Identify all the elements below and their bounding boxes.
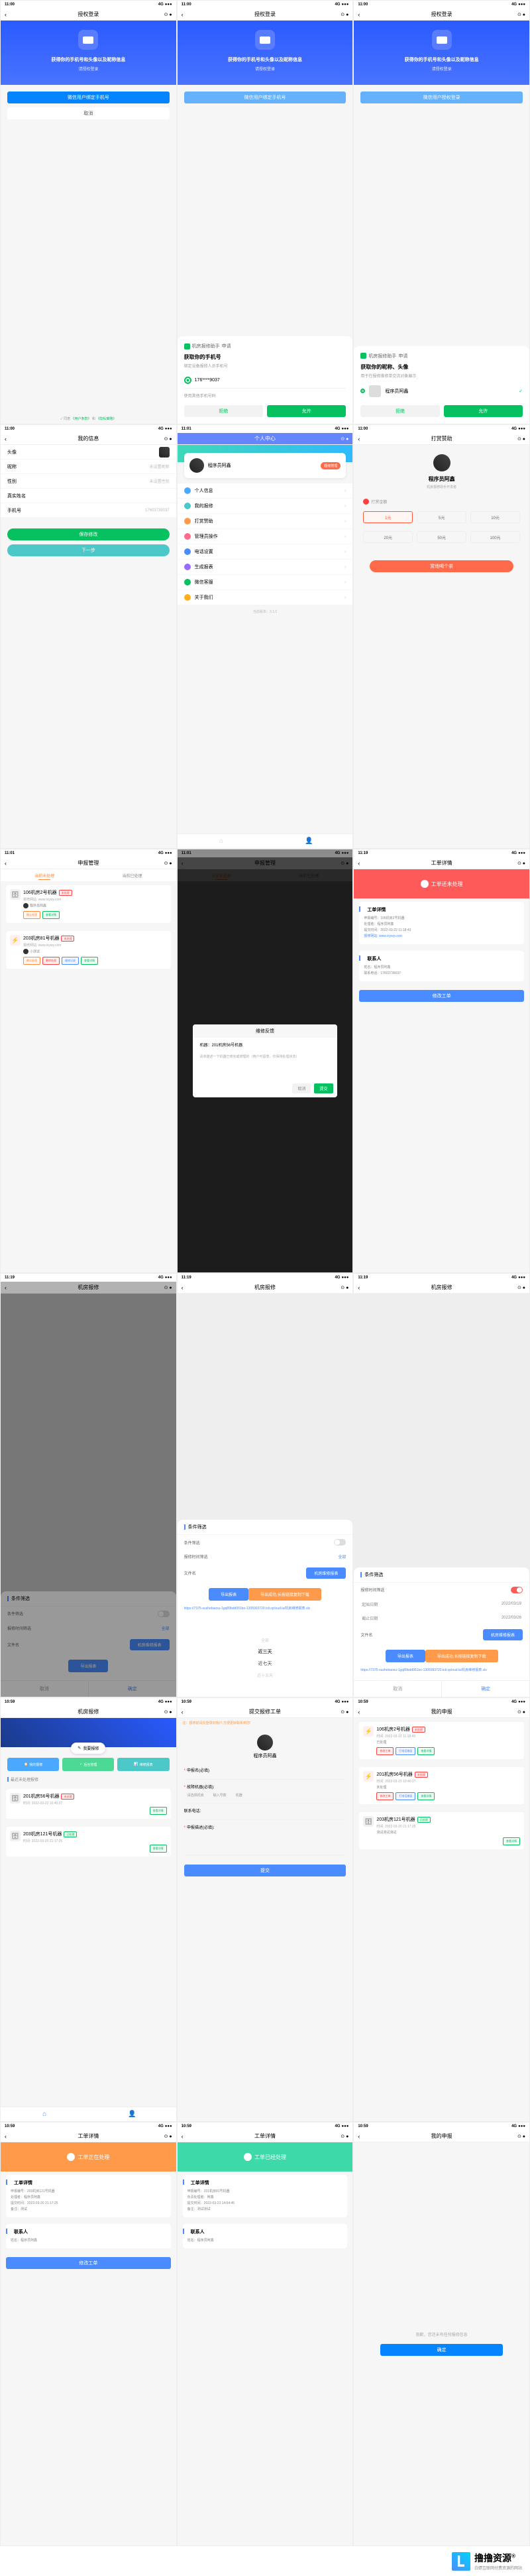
role-badge: 超级管理	[321, 462, 341, 469]
filter-export2: 11:194G●●● ‹机房报修⊙ ● 条件筛选 报修时间筛选 起始日期2022…	[353, 1273, 530, 1697]
overlay: 维修反馈 机器：201机房56号机器 请单描述一下机器已修完或修理的（用户可留意…	[178, 849, 353, 1272]
cancel-button[interactable]: 取消	[292, 1083, 311, 1093]
tab-profile[interactable]: 👤	[265, 834, 352, 848]
menu-item[interactable]: 电话设置	[178, 544, 353, 560]
detail-notstarted: 11:194G●●● ‹工单详情⊙ ● 工单还未处理 工单详情申报编号：106机…	[353, 849, 530, 1273]
amount-option[interactable]: 20元	[363, 531, 413, 543]
phone-popup: 机房报修助手 申请 获取你的手机号绑定设备报修人员手机号 176****9037…	[178, 336, 353, 424]
profile-center: 11:014G●●● 个人中心⊙ ● 程序员阿鑫超级管理 个人信息我的报修打赏赞…	[177, 424, 354, 849]
menu-item[interactable]: 生成报表	[178, 560, 353, 575]
profile-popup: 机房报修助手 申请 获取你的昵称、头像用于在报修维修单交流对象展示 程序员阿鑫✓…	[354, 346, 529, 424]
tab-pending[interactable]: 当前未处理	[1, 869, 88, 881]
menu-item[interactable]: 我的报修	[178, 499, 353, 514]
ticket-card: 🗄106机房2号机器未处理报修网站: www.ixywy.com程序员阿鑫确认处…	[6, 885, 171, 923]
menu-item[interactable]: 关于我们	[178, 590, 353, 605]
bind-phone-button[interactable]: 微信用户绑定手机号	[7, 92, 170, 103]
date-picker[interactable]: 全部近三天近七天近十五天	[178, 1619, 353, 1697]
filter-sheet-dimmed: 条件筛选 条件筛选 报修时间筛选全部 文件名机房维修报表 导出报表 取消确定	[1, 1591, 176, 1697]
avatar	[257, 1735, 273, 1750]
allow-button[interactable]: 允许	[267, 405, 346, 417]
privacy-link[interactable]: 《隐私策略》	[96, 417, 116, 421]
submit-form: 10:594G●●● ‹提交报修工单⊙ ● 注：报修前请先登录好账户,方便更好联…	[177, 1697, 354, 2122]
modify-button[interactable]: 修改工单	[359, 990, 524, 1002]
phone-option[interactable]: 176****9037	[184, 373, 346, 389]
manage-list: 11:014G●●● ‹申报管理⊙ ● 当前未处理当前已处理 🗄106机房2号机…	[0, 849, 177, 1273]
home-screen: 10:594G●●● 机房报修⊙ ● ✎ 我要报修 📋 我的报修✓ 后台管理📊 …	[0, 1697, 177, 2122]
confirm-button[interactable]: 提交	[314, 1083, 333, 1093]
avatar	[433, 454, 450, 471]
download-link[interactable]: https://7375-sushebaoxu-1gq89bdd051bo-13…	[184, 1603, 346, 1613]
server-icon: 🗄	[10, 889, 21, 900]
status-banner: 工单还未处理	[354, 869, 529, 898]
menu-item[interactable]: 管理员操作	[178, 529, 353, 544]
my-tickets: 10:594G●●● ‹我的申报⊙ ● ⚡106机房2号机器未处理时间: 202…	[353, 1697, 530, 2122]
filter-disabled: 11:194G●●● ‹机房报修⊙ ● 条件筛选 条件筛选 报修时间筛选全部 文…	[0, 1273, 177, 1697]
auth-banner: 获得你的手机号和头像以及昵称信息请授权登录	[1, 21, 176, 85]
status-banner: 工单正在处理	[1, 2142, 176, 2172]
hero: ✎ 我要报修	[1, 1718, 176, 1747]
report[interactable]: 📊 维修报表	[117, 1758, 169, 1771]
ok-button[interactable]: 确定	[380, 2344, 503, 2356]
header: ‹授权登录⊙ ●	[1, 9, 176, 21]
menu-item[interactable]: 打赏赞助	[178, 514, 353, 529]
amount-option[interactable]: 100元	[470, 531, 520, 543]
avatar-thumb	[159, 447, 170, 458]
room-select[interactable]: 请选择机房	[184, 1792, 207, 1799]
auth-screen-profile: 11:004G●●● ‹授权登录⊙ ● 获得你的手机号和头像以及昵称信息请授权登…	[353, 0, 530, 424]
feedback-dialog-box: 维修反馈 机器：201机房56号机器 请单描述一下机器已修完或修理的（用户可留意…	[193, 1024, 337, 1097]
menu-item[interactable]: 个人信息	[178, 483, 353, 499]
reject-button[interactable]: 拒绝	[184, 405, 263, 417]
other-phone[interactable]: 使用其他手机号码	[184, 389, 346, 405]
avatar	[189, 458, 204, 473]
auth-screen-1: 11:004G●●● ‹授权登录⊙ ● 获得你的手机号和头像以及昵称信息请授权登…	[0, 0, 177, 424]
reward-button[interactable]: 赏他喝个茶	[370, 560, 513, 572]
save-button[interactable]: 保存修改	[7, 528, 170, 540]
create-repair-button[interactable]: ✎ 我要报修	[71, 1743, 105, 1754]
profile-card[interactable]: 程序员阿鑫超级管理	[184, 453, 346, 478]
submit-button[interactable]: 提交	[184, 1865, 346, 1876]
nick-row[interactable]: 昵称未设置昵称	[1, 460, 176, 474]
feedback-dialog: 11:014G●●● ‹申报管理⊙ ● 当前未处理当前已处理 维修反馈 机器：2…	[177, 849, 354, 1273]
message-icon	[78, 30, 98, 50]
tab-done[interactable]: 当前已处理	[88, 869, 176, 881]
amount-option[interactable]: 50元	[417, 531, 466, 543]
brand-footer: 撸撸资源®白嫖互联网付费资源的网站	[0, 2546, 530, 2576]
tabbar: ⌂👤	[178, 833, 353, 848]
tab-home[interactable]: ⌂	[178, 834, 265, 848]
reward-screen: 11:004G●●● ‹打赏赞助⊙ ● 程序员阿鑫机房报修助手开发者 打赏金额 …	[353, 424, 530, 849]
back-icon[interactable]: ‹	[5, 11, 7, 18]
avatar	[369, 385, 381, 397]
profile-edit: 11:004G●●● ‹我的信息⊙ ● 头像 昵称未设置昵称 性别未设置性别 真…	[0, 424, 177, 849]
status-bar: 11:004G●●●	[1, 1, 176, 9]
menu-item[interactable]: 微信客服	[178, 575, 353, 590]
my-repair[interactable]: 📋 我的报修	[7, 1758, 59, 1771]
capsule[interactable]: ⊙ ●	[164, 12, 172, 17]
brand-logo	[452, 2552, 470, 2571]
filter-export1: 11:194G●●● ‹机房报修⊙ ● 条件筛选 条件筛选 报修时间筛选全部 文…	[177, 1273, 354, 1697]
detail-done: 10:594G●●● ‹工单详情⊙ ● 工单已经处理 工单详情申报编号：201机…	[177, 2122, 354, 2546]
feedback-textarea[interactable]: 请单描述一下机器已修完或修理的（用户可留意，仅保持处理状态）	[193, 1048, 337, 1079]
empty-state: 10:594G●●● ‹我的申报⊙ ● 抱歉，您还未有任何报修信息确定	[353, 2122, 530, 2546]
amount-option[interactable]: 10元	[470, 511, 520, 523]
amount-option[interactable]: 5元	[417, 511, 466, 523]
cancel-button[interactable]: 取消	[7, 107, 170, 119]
export-button[interactable]: 导出报表	[68, 1660, 108, 1672]
lightning-icon: ⚡	[10, 935, 21, 946]
status-banner: 工单已经处理	[178, 2142, 353, 2172]
amount-option[interactable]: 1元	[363, 511, 413, 523]
agreement: ✓ 同意 《用户条款》 和 《隐私策略》	[58, 414, 119, 424]
filter-toggle[interactable]	[158, 1611, 170, 1617]
admin[interactable]: ✓ 后台管理	[62, 1758, 114, 1771]
next-button[interactable]: 下一步	[7, 544, 170, 556]
detail-ing: 10:594G●●● ‹工单详情⊙ ● 工单正在处理 工单详情申报编号：203机…	[0, 2122, 177, 2546]
auth-screen-phone: 11:004G●●● ‹授权登录⊙ ● 获得你的手机号和头像以及昵称信息请授权登…	[177, 0, 354, 424]
terms-link[interactable]: 《用户条款》	[72, 417, 91, 421]
avatar-row[interactable]: 头像	[1, 445, 176, 460]
filter-toggle-on[interactable]	[511, 1587, 523, 1593]
